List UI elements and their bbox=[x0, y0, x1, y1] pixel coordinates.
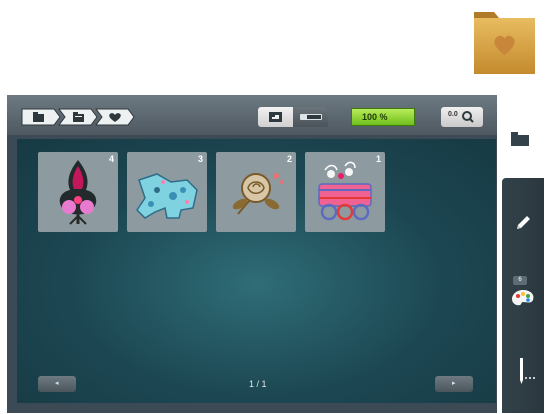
list-view-icon bbox=[300, 114, 322, 120]
chevron-right-icon: ▸ bbox=[452, 380, 456, 387]
design-grid: 4 3 2 1 ◂ 1 / 1 ▸ bbox=[17, 139, 496, 403]
chevron-left-icon: ◂ bbox=[55, 380, 59, 387]
sidebar-tools: 6 bbox=[497, 178, 544, 413]
folder-icon bbox=[511, 132, 529, 146]
view-toggle[interactable] bbox=[258, 107, 328, 127]
pencil-icon[interactable] bbox=[513, 213, 533, 233]
embroidery-screen: 100 % 0.0 4 3 2 1 ◂ 1 / 1 ▸ 6 bbox=[7, 95, 544, 413]
single-view-icon bbox=[269, 112, 282, 122]
magnifier-icon bbox=[462, 111, 474, 123]
blue-floral-dog-embroidery bbox=[136, 173, 198, 219]
top-toolbar: 100 % 0.0 bbox=[7, 95, 497, 135]
sidebar-tools-panel: 6 bbox=[502, 178, 544, 413]
design-thumbnail[interactable]: 3 bbox=[127, 152, 207, 232]
rose-embroidery bbox=[232, 173, 284, 215]
paisley-tree-embroidery bbox=[59, 160, 97, 225]
design-number: 3 bbox=[197, 154, 203, 164]
next-page-button[interactable]: ▸ bbox=[435, 376, 473, 392]
prev-page-button[interactable]: ◂ bbox=[38, 376, 76, 392]
sidebar-folder-tab[interactable] bbox=[497, 95, 544, 178]
zoom-level-indicator: 100 % bbox=[351, 108, 415, 126]
breadcrumb-root[interactable] bbox=[21, 108, 61, 126]
right-sidebar: 6 bbox=[497, 95, 544, 413]
design-number: 1 bbox=[375, 154, 381, 164]
favorites-folder-icon[interactable] bbox=[472, 6, 537, 76]
single-view-button[interactable] bbox=[258, 107, 293, 127]
design-thumbnail[interactable]: 1 bbox=[305, 152, 385, 232]
palette-icon[interactable] bbox=[511, 288, 535, 308]
zoom-button[interactable]: 0.0 bbox=[441, 107, 483, 127]
design-thumbnail[interactable]: 2 bbox=[216, 152, 296, 232]
page-indicator: 1 / 1 bbox=[249, 379, 267, 389]
list-view-button[interactable] bbox=[293, 107, 328, 127]
breadcrumb-folder[interactable] bbox=[58, 108, 98, 126]
design-number: 2 bbox=[286, 154, 292, 164]
breadcrumb-favorites[interactable] bbox=[95, 108, 135, 126]
design-thumbnail[interactable]: 4 bbox=[38, 152, 118, 232]
design-number: 4 bbox=[108, 154, 114, 164]
needle-icon[interactable] bbox=[513, 356, 537, 386]
flower-wagon-embroidery bbox=[318, 161, 372, 221]
color-count-badge: 6 bbox=[513, 276, 527, 285]
